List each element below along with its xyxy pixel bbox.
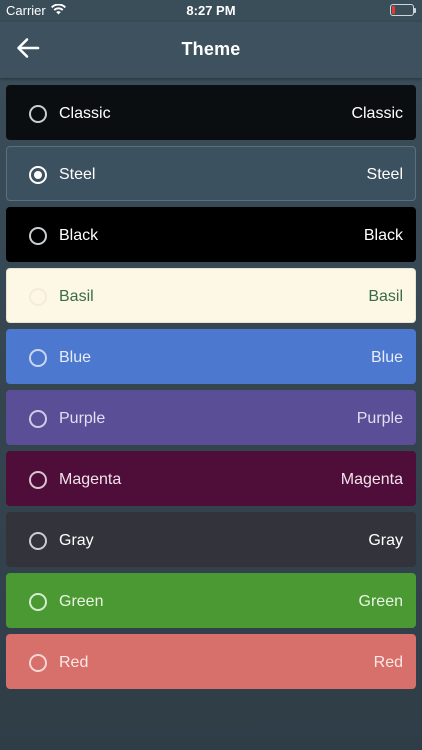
- radio-button[interactable]: [29, 288, 47, 306]
- radio-button[interactable]: [29, 654, 47, 672]
- radio-selected-dot: [34, 171, 42, 179]
- radio-button[interactable]: [29, 349, 47, 367]
- theme-label: Blue: [59, 349, 92, 366]
- status-time: 8:27 PM: [186, 3, 236, 18]
- radio-button[interactable]: [29, 105, 47, 123]
- radio-button[interactable]: [29, 410, 47, 428]
- theme-option-basil[interactable]: Basil Basil: [6, 268, 416, 323]
- theme-label: Gray: [59, 532, 94, 549]
- theme-preview-label: Green: [358, 593, 403, 610]
- theme-label: Black: [59, 227, 99, 244]
- theme-preview-label: Magenta: [340, 471, 403, 488]
- status-bar: Carrier 8:27 PM: [0, 0, 422, 22]
- theme-label: Basil: [59, 288, 94, 305]
- theme-preview-label: Purple: [356, 410, 403, 427]
- theme-preview-label: Classic: [351, 105, 403, 122]
- radio-button[interactable]: [29, 532, 47, 550]
- theme-option-black[interactable]: Black Black: [6, 207, 416, 262]
- theme-label: Classic: [59, 105, 111, 122]
- page-title: Theme: [181, 39, 241, 59]
- nav-bar: Theme: [0, 22, 422, 78]
- radio-button[interactable]: [29, 593, 47, 611]
- theme-preview-label: Gray: [368, 532, 403, 549]
- radio-button[interactable]: [29, 471, 47, 489]
- theme-list: Classic Classic Steel Steel Black Black Basil B…: [6, 85, 416, 695]
- theme-option-purple[interactable]: Purple Purple: [6, 390, 416, 445]
- battery-icon: [390, 4, 416, 16]
- theme-preview-label: Red: [373, 654, 403, 671]
- theme-option-blue[interactable]: Blue Blue: [6, 329, 416, 384]
- theme-preview-label: Steel: [366, 166, 403, 183]
- theme-label: Purple: [59, 410, 106, 427]
- radio-button[interactable]: [29, 166, 47, 184]
- theme-preview-label: Blue: [370, 349, 403, 366]
- status-right: [390, 4, 416, 16]
- theme-preview-label: Black: [363, 227, 403, 244]
- theme-option-classic[interactable]: Classic Classic: [6, 85, 416, 140]
- theme-preview-label: Basil: [368, 288, 403, 305]
- theme-label: Red: [59, 654, 89, 671]
- theme-option-magenta[interactable]: Magenta Magenta: [6, 451, 416, 506]
- theme-label: Magenta: [59, 471, 122, 488]
- radio-button[interactable]: [29, 227, 47, 245]
- theme-option-gray[interactable]: Gray Gray: [6, 512, 416, 567]
- theme-option-steel[interactable]: Steel Steel: [6, 146, 416, 201]
- theme-label: Green: [59, 593, 104, 610]
- theme-option-green[interactable]: Green Green: [6, 573, 416, 628]
- theme-label: Steel: [59, 166, 96, 183]
- theme-option-red[interactable]: Red Red: [6, 634, 416, 689]
